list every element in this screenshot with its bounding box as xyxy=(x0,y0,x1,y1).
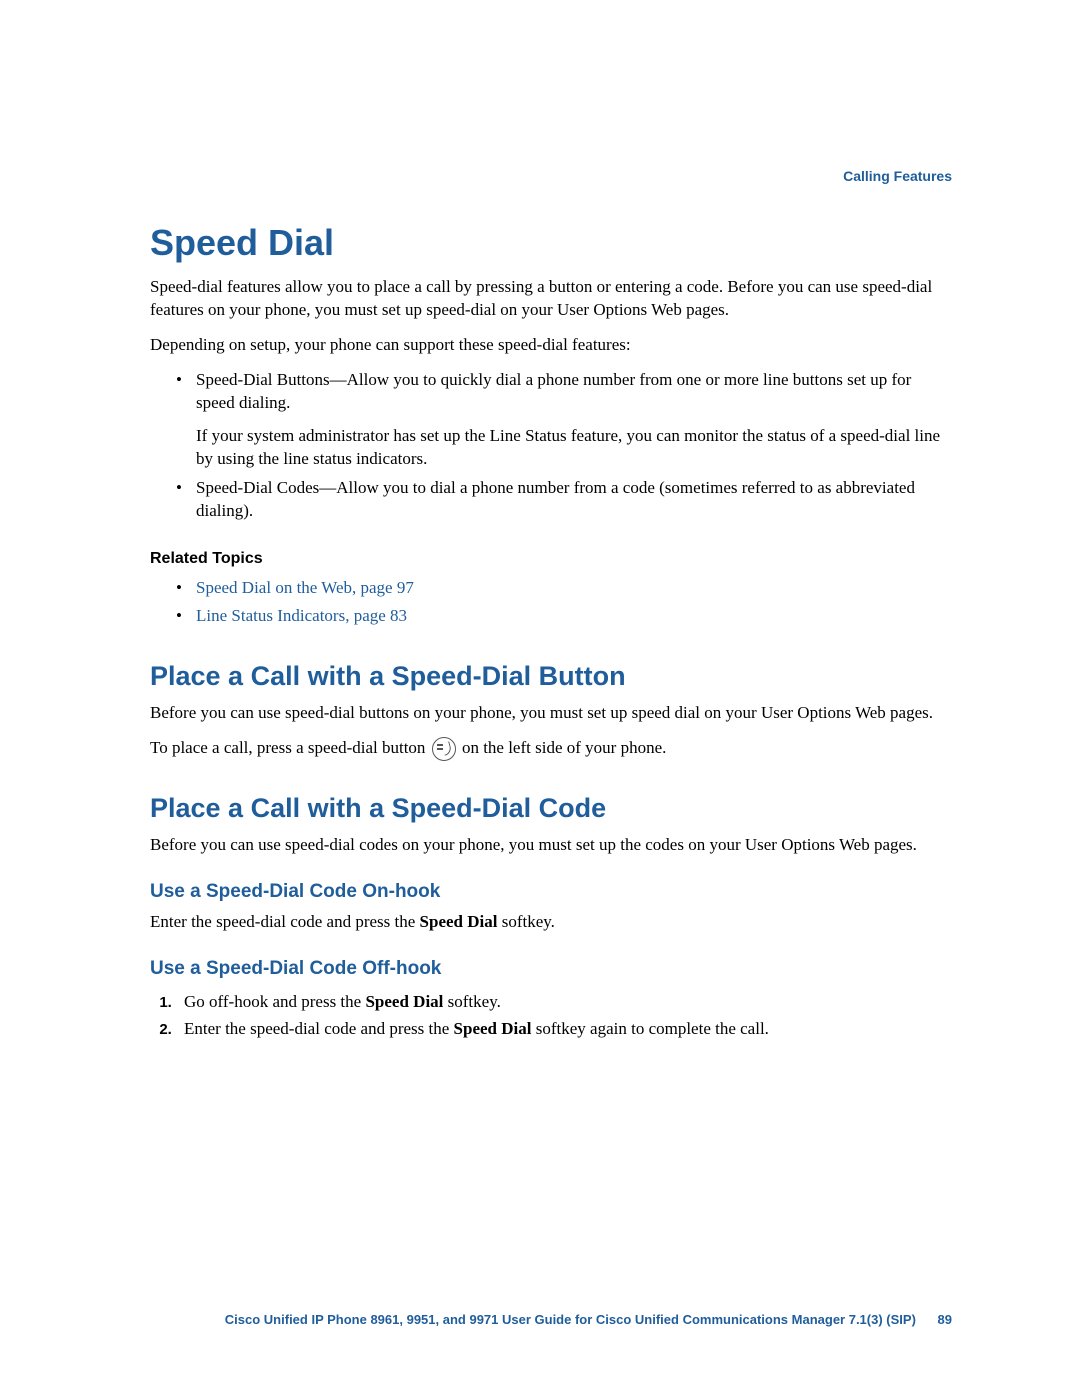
text-fragment: Enter the speed-dial code and press the xyxy=(150,912,420,931)
softkey-name: Speed Dial xyxy=(420,912,498,931)
header-section-label: Calling Features xyxy=(843,168,952,184)
intro-paragraph-1: Speed-dial features allow you to place a… xyxy=(150,276,952,322)
feature-text: Speed-Dial Buttons—Allow you to quickly … xyxy=(196,370,911,412)
softkey-name: Speed Dial xyxy=(454,1019,532,1038)
section-heading: Place a Call with a Speed-Dial Code xyxy=(150,793,952,824)
document-page: Calling Features Speed Dial Speed-dial f… xyxy=(0,0,1080,1397)
text-fragment: Enter the speed-dial code and press the xyxy=(184,1019,454,1038)
related-link-item: Line Status Indicators, page 83 xyxy=(176,602,952,629)
page-number: 89 xyxy=(938,1312,952,1327)
text-fragment: softkey. xyxy=(497,912,554,931)
section-paragraph: Before you can use speed-dial buttons on… xyxy=(150,702,952,725)
text-fragment: softkey. xyxy=(443,992,500,1011)
section-paragraph: To place a call, press a speed-dial butt… xyxy=(150,737,952,761)
feature-note: If your system administrator has set up … xyxy=(196,425,952,471)
softkey-name: Speed Dial xyxy=(365,992,443,1011)
step-item: Enter the speed-dial code and press the … xyxy=(176,1015,952,1042)
subsection-heading: Use a Speed-Dial Code Off-hook xyxy=(150,958,952,980)
feature-list: Speed-Dial Codes—Allow you to dial a pho… xyxy=(150,477,952,523)
text-fragment: softkey again to complete the call. xyxy=(531,1019,768,1038)
related-link-item: Speed Dial on the Web, page 97 xyxy=(176,574,952,601)
steps-list: Go off-hook and press the Speed Dial sof… xyxy=(150,988,952,1042)
subsection-text: Enter the speed-dial code and press the … xyxy=(150,911,952,934)
page-title: Speed Dial xyxy=(150,222,952,264)
feature-item: Speed-Dial Codes—Allow you to dial a pho… xyxy=(176,477,952,523)
step-item: Go off-hook and press the Speed Dial sof… xyxy=(176,988,952,1015)
related-link[interactable]: Line Status Indicators, page 83 xyxy=(196,606,407,625)
intro-paragraph-2: Depending on setup, your phone can suppo… xyxy=(150,334,952,357)
subsection-heading: Use a Speed-Dial Code On-hook xyxy=(150,881,952,903)
speed-dial-button-icon xyxy=(432,737,456,761)
text-fragment: on the left side of your phone. xyxy=(462,738,666,757)
text-fragment: Go off-hook and press the xyxy=(184,992,365,1011)
feature-list: Speed-Dial Buttons—Allow you to quickly … xyxy=(150,369,952,415)
feature-item: Speed-Dial Buttons—Allow you to quickly … xyxy=(176,369,952,415)
related-topics-list: Speed Dial on the Web, page 97 Line Stat… xyxy=(150,574,952,628)
section-paragraph: Before you can use speed-dial codes on y… xyxy=(150,834,952,857)
text-fragment: To place a call, press a speed-dial butt… xyxy=(150,738,430,757)
section-heading: Place a Call with a Speed-Dial Button xyxy=(150,661,952,692)
feature-text: Speed-Dial Codes—Allow you to dial a pho… xyxy=(196,478,915,520)
related-topics-heading: Related Topics xyxy=(150,550,952,568)
related-link[interactable]: Speed Dial on the Web, page 97 xyxy=(196,578,414,597)
footer-text: Cisco Unified IP Phone 8961, 9951, and 9… xyxy=(225,1312,916,1327)
page-footer: Cisco Unified IP Phone 8961, 9951, and 9… xyxy=(150,1312,952,1327)
